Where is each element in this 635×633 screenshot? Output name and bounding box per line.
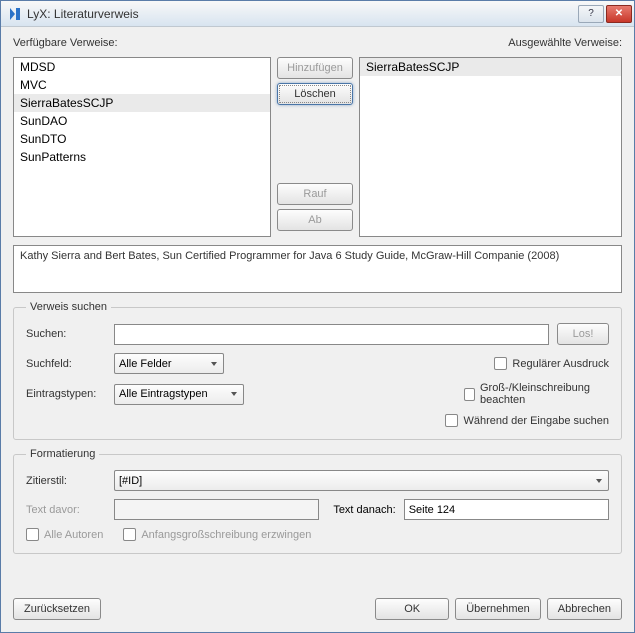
- app-icon: [7, 6, 23, 22]
- selected-label: Ausgewählte Verweise:: [508, 37, 622, 49]
- search-go-button[interactable]: Los!: [557, 323, 609, 345]
- delete-button[interactable]: Löschen: [277, 83, 353, 105]
- list-item[interactable]: SierraBatesSCJP: [360, 58, 621, 76]
- regex-checkbox[interactable]: Regulärer Ausdruck: [494, 357, 609, 370]
- chevron-down-icon: [207, 354, 221, 373]
- text-before-label: Text davor:: [26, 504, 106, 516]
- search-label: Suchen:: [26, 328, 106, 340]
- checkbox-icon: [26, 528, 39, 541]
- checkbox-icon: [445, 414, 458, 427]
- checkbox-icon: [123, 528, 136, 541]
- entry-types-value: Alle Eintragstypen: [119, 388, 208, 400]
- search-field-value: Alle Felder: [119, 358, 172, 370]
- close-button[interactable]: ✕: [606, 5, 632, 23]
- format-legend: Formatierung: [26, 448, 99, 460]
- add-button[interactable]: Hinzufügen: [277, 57, 353, 79]
- available-listbox[interactable]: MDSDMVCSierraBatesSCJPSunDAOSunDTOSunPat…: [13, 57, 271, 237]
- selected-listbox[interactable]: SierraBatesSCJP: [359, 57, 622, 237]
- reference-info: Kathy Sierra and Bert Bates, Sun Certifi…: [13, 245, 622, 293]
- dialog-window: LyX: Literaturverweis ? ✕ Verfügbare Ver…: [0, 0, 635, 633]
- search-field-label: Suchfeld:: [26, 358, 106, 370]
- incremental-label: Während der Eingabe suchen: [463, 415, 609, 427]
- cite-style-combo[interactable]: [#ID]: [114, 470, 609, 491]
- list-item[interactable]: SunPatterns: [14, 148, 270, 166]
- cite-style-value: [#ID]: [119, 475, 142, 487]
- help-button[interactable]: ?: [578, 5, 604, 23]
- entry-types-label: Eintragstypen:: [26, 388, 106, 400]
- text-after-input[interactable]: [404, 499, 609, 520]
- checkbox-icon: [494, 357, 507, 370]
- chevron-down-icon: [227, 385, 241, 404]
- move-down-button[interactable]: Ab: [277, 209, 353, 231]
- chevron-down-icon: [592, 471, 606, 490]
- force-caps-label: Anfangsgroßschreibung erzwingen: [141, 529, 311, 541]
- force-caps-checkbox: Anfangsgroßschreibung erzwingen: [123, 528, 311, 541]
- search-legend: Verweis suchen: [26, 301, 111, 313]
- list-labels-row: Verfügbare Verweise: Ausgewählte Verweis…: [13, 37, 622, 49]
- ok-button[interactable]: OK: [375, 598, 449, 620]
- reset-button[interactable]: Zurücksetzen: [13, 598, 101, 620]
- text-before-input: [114, 499, 319, 520]
- button-bar: Zurücksetzen OK Übernehmen Abbrechen: [1, 590, 634, 632]
- all-authors-label: Alle Autoren: [44, 529, 103, 541]
- list-item[interactable]: SunDAO: [14, 112, 270, 130]
- button-spacer: [277, 109, 353, 179]
- cancel-button[interactable]: Abbrechen: [547, 598, 622, 620]
- apply-button[interactable]: Übernehmen: [455, 598, 541, 620]
- entry-types-select[interactable]: Alle Eintragstypen: [114, 384, 244, 405]
- move-up-button[interactable]: Rauf: [277, 183, 353, 205]
- list-item[interactable]: MDSD: [14, 58, 270, 76]
- search-input[interactable]: [114, 324, 549, 345]
- list-item[interactable]: SierraBatesSCJP: [14, 94, 270, 112]
- list-buttons-column: Hinzufügen Löschen Rauf Ab: [277, 57, 353, 237]
- format-group: Formatierung Zitierstil: [#ID] Text davo…: [13, 448, 622, 554]
- checkbox-icon: [464, 388, 475, 401]
- search-group: Verweis suchen Suchen: Los! Suchfeld: Al…: [13, 301, 622, 440]
- incremental-checkbox[interactable]: Während der Eingabe suchen: [445, 414, 609, 427]
- content-area: Verfügbare Verweise: Ausgewählte Verweis…: [1, 27, 634, 590]
- titlebar[interactable]: LyX: Literaturverweis ? ✕: [1, 1, 634, 27]
- case-label: Groß-/Kleinschreibung beachten: [480, 382, 609, 406]
- regex-label: Regulärer Ausdruck: [512, 358, 609, 370]
- cite-style-label: Zitierstil:: [26, 475, 106, 487]
- window-title: LyX: Literaturverweis: [27, 7, 576, 21]
- text-after-label: Text danach:: [333, 504, 395, 516]
- list-item[interactable]: SunDTO: [14, 130, 270, 148]
- lists-row: MDSDMVCSierraBatesSCJPSunDAOSunDTOSunPat…: [13, 57, 622, 237]
- case-checkbox[interactable]: Groß-/Kleinschreibung beachten: [464, 382, 609, 406]
- all-authors-checkbox: Alle Autoren: [26, 528, 103, 541]
- search-field-select[interactable]: Alle Felder: [114, 353, 224, 374]
- available-label: Verfügbare Verweise:: [13, 37, 118, 49]
- list-item[interactable]: MVC: [14, 76, 270, 94]
